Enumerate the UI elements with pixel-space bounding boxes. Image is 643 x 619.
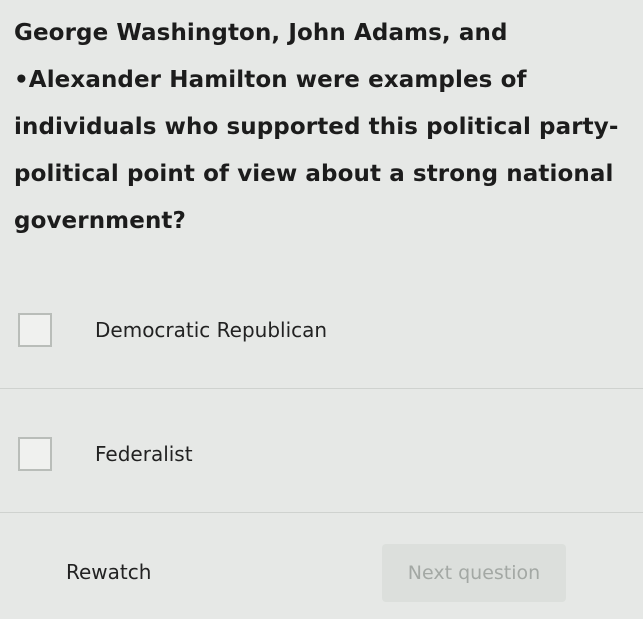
option-label: Federalist (95, 442, 193, 466)
rewatch-button[interactable]: Rewatch (48, 548, 169, 596)
checkbox[interactable] (18, 437, 52, 471)
answer-option-federalist[interactable]: Federalist (0, 424, 643, 484)
divider (0, 512, 643, 513)
checkbox[interactable] (18, 313, 52, 347)
answer-option-democratic-republican[interactable]: Democratic Republican (0, 300, 643, 360)
next-question-button[interactable]: Next question (382, 544, 566, 602)
question-text: George Washington, John Adams, and •Alex… (14, 20, 619, 234)
divider (0, 388, 643, 389)
option-label: Democratic Republican (95, 318, 328, 342)
question-footer: Rewatch Next question (0, 540, 643, 604)
